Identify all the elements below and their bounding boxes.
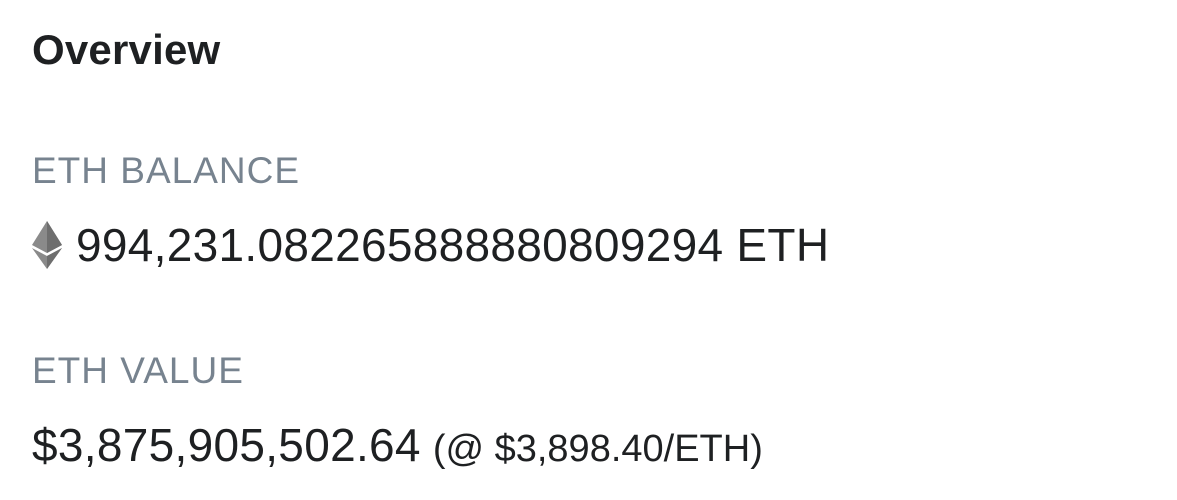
ethereum-icon xyxy=(32,221,62,269)
eth-value-amount: $3,875,905,502.64 xyxy=(32,419,421,471)
eth-balance-row: 994,231.082265888880809294 ETH xyxy=(32,218,829,272)
eth-balance-amount: 994,231.082265888880809294 ETH xyxy=(76,219,830,271)
eth-price-rate: (@ $3,898.40/ETH) xyxy=(432,428,763,470)
overview-title: Overview xyxy=(32,26,221,73)
eth-balance-label: ETH BALANCE xyxy=(32,150,301,191)
eth-value-label: ETH VALUE xyxy=(32,350,244,391)
eth-value-row: $3,875,905,502.64 (@ $3,898.40/ETH) xyxy=(32,418,763,472)
overview-card: Overview ETH BALANCE 994,231.08226588888… xyxy=(0,0,1177,500)
